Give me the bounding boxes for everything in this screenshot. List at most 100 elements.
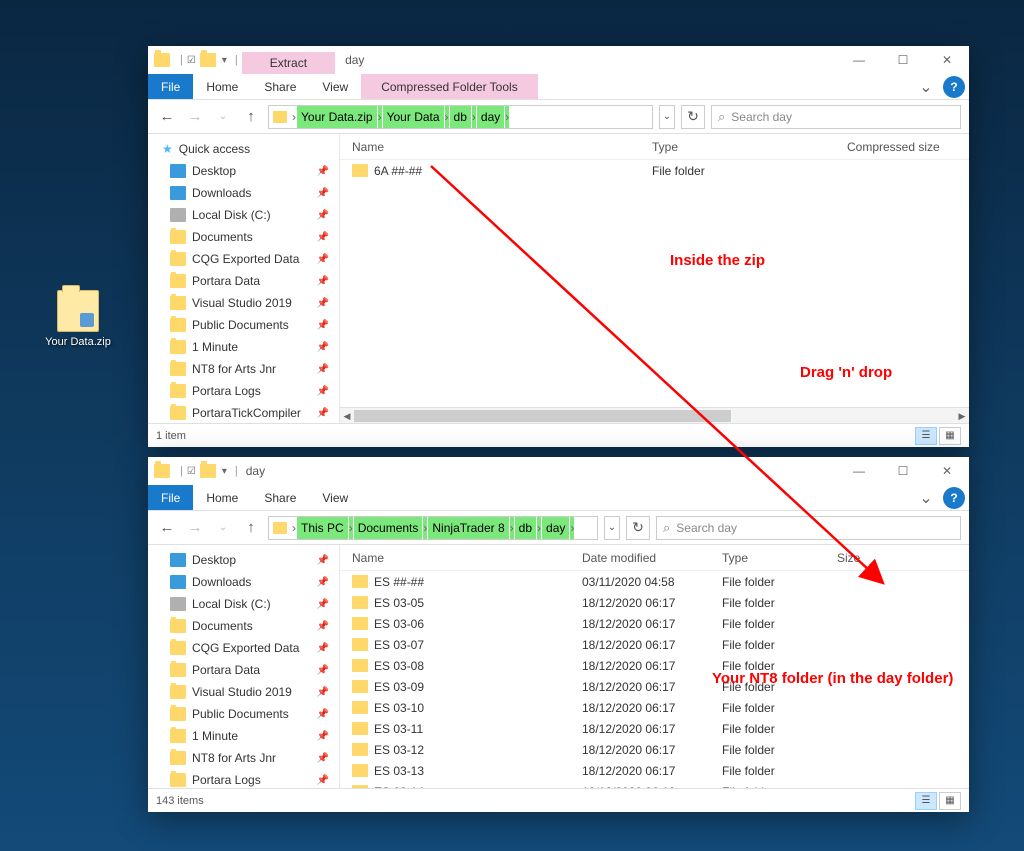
sidebar-item[interactable]: Documents📌: [148, 226, 339, 248]
navigation-pane[interactable]: Desktop📌Downloads📌Local Disk (C:)📌Docume…: [148, 545, 340, 788]
breadcrumb-dropdown-icon[interactable]: ⌄: [659, 105, 675, 129]
breadcrumb-segment[interactable]: This PC: [297, 517, 348, 539]
file-row[interactable]: ES 03-0518/12/2020 06:17File folder: [340, 592, 969, 613]
breadcrumb-segment[interactable]: Your Data: [383, 106, 444, 128]
view-large-icons-button[interactable]: ▦: [939, 427, 961, 445]
titlebar[interactable]: |☑ ▾| Extract day — ☐ ✕: [148, 46, 969, 74]
column-name[interactable]: Name: [348, 140, 648, 154]
horizontal-scrollbar[interactable]: ◀ ▶: [340, 407, 969, 423]
breadcrumb-segment[interactable]: NinjaTrader 8: [428, 517, 508, 539]
ribbon-tab-file[interactable]: File: [148, 485, 193, 510]
breadcrumb[interactable]: › Your Data.zip›Your Data›db›day›: [268, 105, 653, 129]
refresh-button[interactable]: ↻: [681, 105, 705, 129]
sidebar-item[interactable]: CQG Exported Data📌: [148, 248, 339, 270]
sidebar-item[interactable]: NT8 for Arts Jnr📌: [148, 358, 339, 380]
column-headers[interactable]: Name Date modified Type Size: [340, 545, 969, 571]
file-row[interactable]: ES 03-1218/12/2020 06:17File folder: [340, 739, 969, 760]
nav-back-button[interactable]: ←: [156, 519, 178, 536]
file-row[interactable]: ES 03-0618/12/2020 06:17File folder: [340, 613, 969, 634]
breadcrumb-segment[interactable]: Documents: [354, 517, 423, 539]
help-button[interactable]: ?: [943, 76, 965, 98]
file-row[interactable]: ES 03-0718/12/2020 06:17File folder: [340, 634, 969, 655]
sidebar-item[interactable]: Downloads📌: [148, 182, 339, 204]
file-list[interactable]: 6A ##-##File folder: [340, 160, 969, 407]
file-row[interactable]: ES 03-1318/12/2020 06:17File folder: [340, 760, 969, 781]
file-row[interactable]: ES 03-1118/12/2020 06:17File folder: [340, 718, 969, 739]
sidebar-item[interactable]: 1 Minute📌: [148, 336, 339, 358]
sidebar-item[interactable]: Portara Logs📌: [148, 380, 339, 402]
qat-toggle-icon[interactable]: ☑: [187, 466, 196, 477]
ribbon-tab-home[interactable]: Home: [193, 74, 251, 99]
maximize-button[interactable]: ☐: [881, 46, 925, 74]
sidebar-item[interactable]: CQG Exported Data📌: [148, 637, 339, 659]
close-button[interactable]: ✕: [925, 46, 969, 74]
ribbon-tab-home[interactable]: Home: [193, 485, 251, 510]
sidebar-item[interactable]: Local Disk (C:)📌: [148, 593, 339, 615]
titlebar[interactable]: |☑ ▾| day — ☐ ✕: [148, 457, 969, 485]
sidebar-item[interactable]: NT8 for Arts Jnr📌: [148, 747, 339, 769]
search-input[interactable]: ⌕ Search day: [711, 105, 961, 129]
column-date[interactable]: Date modified: [578, 551, 718, 565]
ribbon-expand-icon[interactable]: ⌄: [913, 485, 939, 510]
sidebar-item[interactable]: Portara Data📌: [148, 270, 339, 292]
sidebar-item[interactable]: Portara Logs📌: [148, 769, 339, 788]
sidebar-item[interactable]: Documents📌: [148, 615, 339, 637]
breadcrumb-segment[interactable]: Your Data.zip: [297, 106, 377, 128]
nav-recent-icon[interactable]: ⌄: [212, 522, 234, 533]
file-row[interactable]: ES 03-1418/12/2020 06:18File folder: [340, 781, 969, 788]
sidebar-item[interactable]: PortaraTickCompiler📌: [148, 402, 339, 423]
breadcrumb[interactable]: › This PC›Documents›NinjaTrader 8›db›day…: [268, 516, 598, 540]
sidebar-item[interactable]: Visual Studio 2019📌: [148, 681, 339, 703]
sidebar-item[interactable]: Desktop📌: [148, 160, 339, 182]
breadcrumb-segment[interactable]: db: [515, 517, 536, 539]
nav-up-button[interactable]: ↑: [240, 108, 262, 125]
file-list[interactable]: ES ##-##03/11/2020 04:58File folderES 03…: [340, 571, 969, 788]
file-row[interactable]: ES 03-0918/12/2020 06:17File folder: [340, 676, 969, 697]
column-headers[interactable]: Name Type Compressed size: [340, 134, 969, 160]
ribbon-tab-view[interactable]: View: [309, 74, 361, 99]
breadcrumb-segment[interactable]: day: [542, 517, 569, 539]
scrollbar-thumb[interactable]: [354, 410, 731, 422]
ribbon-tab-view[interactable]: View: [309, 485, 361, 510]
ribbon-tab-file[interactable]: File: [148, 74, 193, 99]
sidebar-item[interactable]: Public Documents📌: [148, 703, 339, 725]
file-row[interactable]: ES 03-1018/12/2020 06:17File folder: [340, 697, 969, 718]
column-type[interactable]: Type: [718, 551, 833, 565]
sidebar-item[interactable]: 1 Minute📌: [148, 725, 339, 747]
column-compressed-size[interactable]: Compressed size: [843, 140, 969, 154]
file-row[interactable]: 6A ##-##File folder: [340, 160, 969, 181]
nav-forward-button[interactable]: →: [184, 108, 206, 125]
sidebar-item[interactable]: Downloads📌: [148, 571, 339, 593]
minimize-button[interactable]: —: [837, 46, 881, 74]
ribbon-tab-share[interactable]: Share: [251, 74, 309, 99]
view-details-button[interactable]: ☰: [915, 427, 937, 445]
view-details-button[interactable]: ☰: [915, 792, 937, 810]
view-large-icons-button[interactable]: ▦: [939, 792, 961, 810]
navigation-pane[interactable]: ★ Quick access Desktop📌Downloads📌Local D…: [148, 134, 340, 423]
maximize-button[interactable]: ☐: [881, 457, 925, 485]
ribbon-tab-compressed-tools[interactable]: Compressed Folder Tools: [361, 74, 538, 99]
column-name[interactable]: Name: [348, 551, 578, 565]
help-button[interactable]: ?: [943, 487, 965, 509]
minimize-button[interactable]: —: [837, 457, 881, 485]
ribbon-tab-share[interactable]: Share: [251, 485, 309, 510]
column-size[interactable]: Size: [833, 551, 969, 565]
sidebar-quick-access[interactable]: ★ Quick access: [148, 138, 339, 160]
ribbon-expand-icon[interactable]: ⌄: [913, 74, 939, 99]
breadcrumb-segment[interactable]: db: [450, 106, 471, 128]
file-row[interactable]: ES ##-##03/11/2020 04:58File folder: [340, 571, 969, 592]
search-input[interactable]: ⌕ Search day: [656, 516, 961, 540]
nav-forward-button[interactable]: →: [184, 519, 206, 536]
sidebar-item[interactable]: Portara Data📌: [148, 659, 339, 681]
sidebar-item[interactable]: Public Documents📌: [148, 314, 339, 336]
breadcrumb-dropdown-icon[interactable]: ⌄: [604, 516, 620, 540]
sidebar-item[interactable]: Local Disk (C:)📌: [148, 204, 339, 226]
scroll-left-icon[interactable]: ◀: [340, 408, 354, 423]
qat-toggle-icon[interactable]: ☑: [187, 55, 196, 66]
scroll-right-icon[interactable]: ▶: [955, 408, 969, 423]
nav-back-button[interactable]: ←: [156, 108, 178, 125]
refresh-button[interactable]: ↻: [626, 516, 650, 540]
nav-up-button[interactable]: ↑: [240, 519, 262, 536]
close-button[interactable]: ✕: [925, 457, 969, 485]
sidebar-item[interactable]: Desktop📌: [148, 549, 339, 571]
